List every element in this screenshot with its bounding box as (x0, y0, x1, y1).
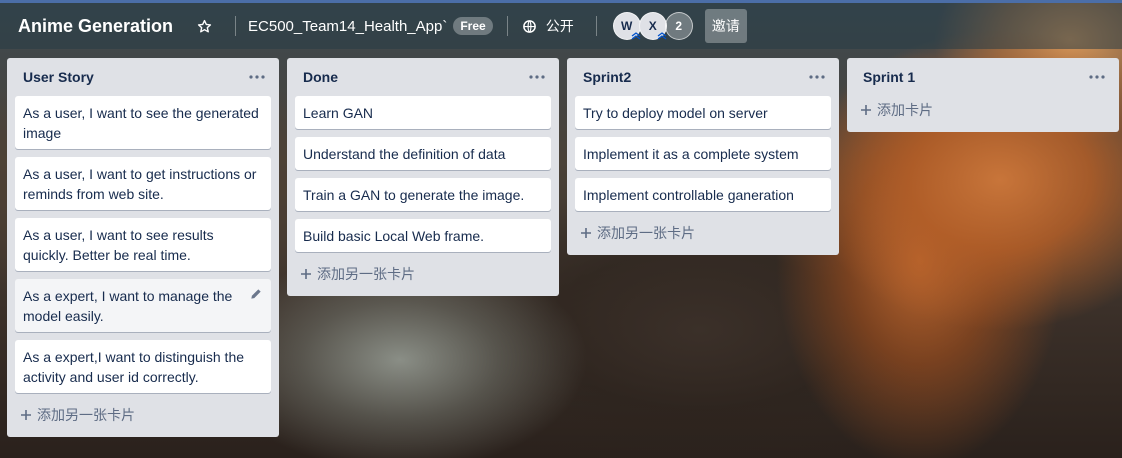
card-title: Understand the definition of data (303, 146, 506, 162)
card-title: Implement controllable ganeration (583, 187, 794, 203)
add-card-button[interactable]: 添加另一张卡片 (295, 260, 551, 288)
card-title: Train a GAN to generate the image. (303, 187, 525, 203)
plus-icon (579, 226, 593, 240)
card[interactable]: Train a GAN to generate the image. (295, 178, 551, 211)
globe-icon[interactable] (522, 18, 538, 34)
card[interactable]: As a user, I want to get instructions or… (15, 157, 271, 210)
avatar-initial: W (621, 19, 633, 33)
list-done: Done Learn GAN Understand the definition… (287, 58, 559, 296)
avatar[interactable]: X (638, 12, 667, 40)
list-title[interactable]: Sprint2 (583, 69, 631, 85)
card-title: As a user, I want to get instructions or… (23, 166, 257, 202)
add-card-label: 添加另一张卡片 (317, 266, 415, 282)
visibility-label[interactable]: 公开 (546, 16, 574, 36)
card[interactable]: Implement it as a complete system (575, 137, 831, 170)
header-divider (506, 16, 508, 36)
card[interactable]: Try to deploy model on server (575, 96, 831, 129)
list-title[interactable]: Done (303, 69, 338, 85)
list-header: Sprint2 (575, 58, 831, 96)
add-card-button[interactable]: 添加另一张卡片 (575, 219, 831, 247)
card-title: As a expert, I want to manage the model … (23, 288, 233, 324)
card[interactable]: As a user, I want to see results quickly… (15, 218, 271, 271)
pencil-icon[interactable] (249, 287, 263, 301)
card-title: As a user, I want to see results quickly… (23, 227, 214, 263)
board-header: Anime Generation EC500_Team14_Health_App… (0, 3, 1122, 49)
plan-badge: Free (453, 17, 493, 35)
add-card-label: 添加另一张卡片 (597, 225, 695, 241)
header-divider (595, 16, 597, 36)
list-user-story: User Story As a user, I want to see the … (7, 58, 279, 437)
chevron-up-icon (631, 32, 641, 40)
add-card-button[interactable]: 添加卡片 (855, 96, 1111, 124)
list-title[interactable]: User Story (23, 69, 94, 85)
list-sprint2: Sprint2 Try to deploy model on server Im… (567, 58, 839, 255)
card[interactable]: Understand the definition of data (295, 137, 551, 170)
invite-button[interactable]: 邀请 (704, 9, 747, 43)
list-sprint1: Sprint 1 添加卡片 (847, 58, 1119, 132)
card-title: Implement it as a complete system (583, 146, 799, 162)
plus-icon (859, 103, 873, 117)
card[interactable]: As a user, I want to see the generated i… (15, 96, 271, 149)
board-title[interactable]: Anime Generation (18, 16, 173, 37)
card[interactable]: Implement controllable ganeration (575, 178, 831, 211)
plus-icon (19, 408, 33, 422)
more-menu-icon[interactable] (245, 67, 269, 87)
chevron-up-icon (657, 32, 667, 40)
card-title: Try to deploy model on server (583, 105, 768, 121)
card-title: As a user, I want to see the generated i… (23, 105, 259, 141)
team-name[interactable]: EC500_Team14_Health_App` (248, 18, 447, 35)
card[interactable]: Build basic Local Web frame. (295, 219, 551, 252)
avatar-initial: X (648, 19, 657, 33)
member-count: 2 (675, 19, 683, 33)
list-header: Done (295, 58, 551, 96)
add-card-label: 添加另一张卡片 (37, 407, 135, 423)
list-header: Sprint 1 (855, 58, 1111, 96)
more-menu-icon[interactable] (805, 67, 829, 87)
card-title: Build basic Local Web frame. (303, 228, 485, 244)
member-avatars: W X 2 (612, 12, 693, 40)
avatar[interactable]: W (612, 12, 641, 40)
member-count-avatar[interactable]: 2 (664, 12, 693, 40)
header-divider (235, 16, 237, 36)
card[interactable]: Learn GAN (295, 96, 551, 129)
more-menu-icon[interactable] (1085, 67, 1109, 87)
list-title[interactable]: Sprint 1 (863, 69, 915, 85)
more-menu-icon[interactable] (525, 67, 549, 87)
add-card-label: 添加卡片 (877, 102, 933, 118)
card[interactable]: As a expert, I want to manage the model … (15, 279, 271, 332)
add-card-button[interactable]: 添加另一张卡片 (15, 401, 271, 429)
card[interactable]: As a expert,I want to distinguish the ac… (15, 340, 271, 393)
card-title: As a expert,I want to distinguish the ac… (23, 349, 245, 385)
plus-icon (299, 267, 313, 281)
list-header: User Story (15, 58, 271, 96)
card-title: Learn GAN (303, 105, 374, 121)
star-icon[interactable] (195, 17, 213, 35)
